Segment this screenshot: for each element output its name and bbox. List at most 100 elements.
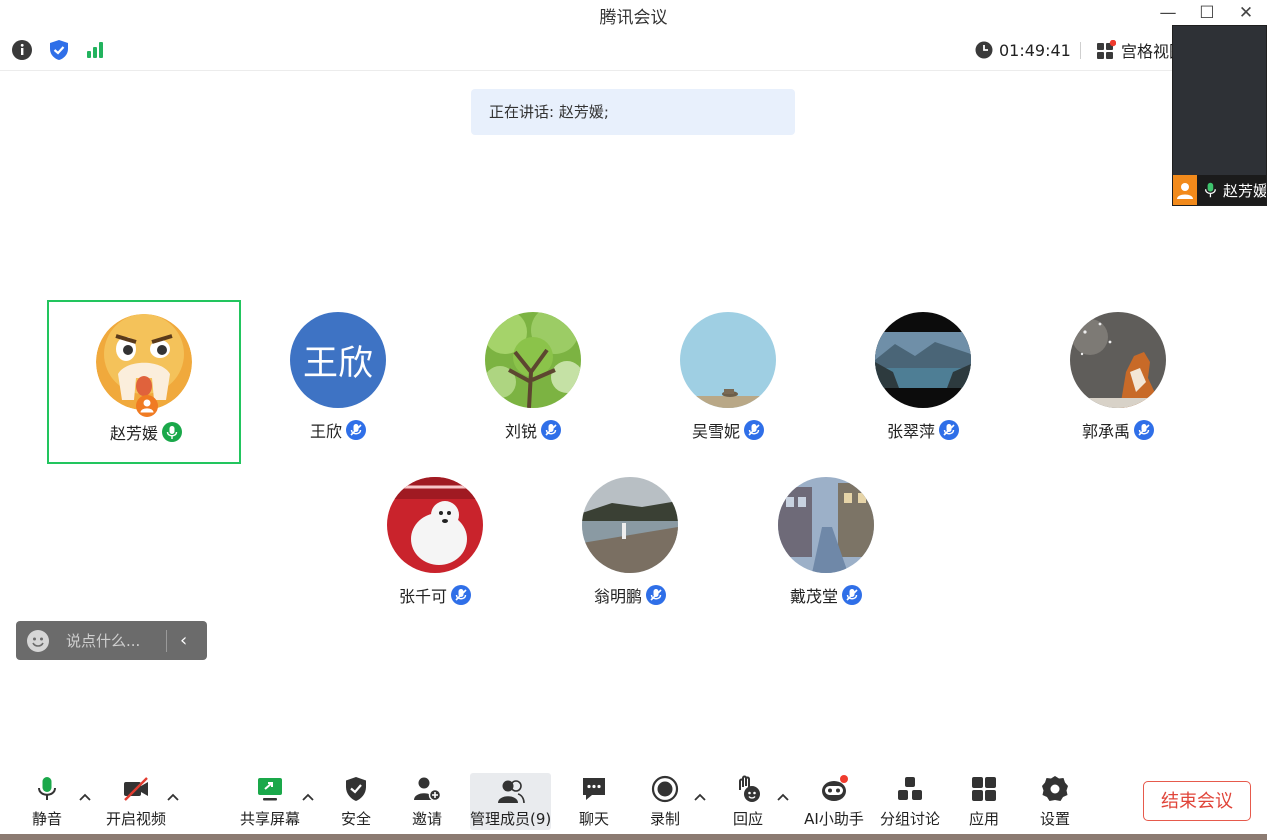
participant-name: 郭承禹 bbox=[1081, 422, 1130, 441]
mute-label: 静音 bbox=[31, 810, 62, 828]
participant-name-row: 张千可 bbox=[338, 583, 532, 607]
shield-icon bbox=[346, 777, 366, 801]
meeting-info-bar: 01:49:41 宫格视图 bbox=[0, 30, 1267, 71]
participant-name-row: 赵芳媛 bbox=[49, 420, 243, 444]
mic-muted-icon bbox=[451, 585, 471, 605]
host-badge-icon bbox=[136, 395, 158, 417]
mic-muted-icon bbox=[646, 585, 666, 605]
participant-name-row: 吴雪妮 bbox=[631, 418, 825, 442]
info-icon[interactable] bbox=[11, 39, 33, 61]
participant-tile[interactable]: 张翠萍 bbox=[826, 300, 1020, 464]
participant-avatar bbox=[1070, 312, 1166, 408]
participant-avatar: 王欣 bbox=[290, 312, 386, 408]
mic-on-icon bbox=[162, 422, 182, 442]
maximize-button[interactable]: ☐ bbox=[1194, 2, 1220, 24]
gear-icon bbox=[1042, 776, 1068, 801]
participant-name: 吴雪妮 bbox=[691, 422, 740, 441]
participant-name: 赵芳媛 bbox=[109, 424, 158, 443]
mic-icon bbox=[1205, 182, 1217, 198]
meeting-timer: 01:49:41 bbox=[975, 38, 1071, 62]
self-video-preview[interactable]: 赵芳媛 bbox=[1172, 25, 1267, 206]
divider bbox=[1080, 42, 1081, 59]
chat-input[interactable]: 说点什么... bbox=[66, 630, 150, 651]
participant-avatar bbox=[680, 312, 776, 408]
participant-name: 张翠萍 bbox=[886, 422, 935, 441]
video-label: 开启视频 bbox=[105, 810, 166, 828]
participant-tile[interactable]: 戴茂堂 bbox=[729, 465, 923, 629]
active-speaker-banner: 正在讲话: 赵芳媛; bbox=[471, 89, 795, 135]
timer-value: 01:49:41 bbox=[999, 40, 1071, 60]
apps-grid-icon bbox=[972, 777, 996, 801]
ai-assistant-button[interactable]: AI小助手 bbox=[801, 770, 867, 828]
participant-name-row: 翁明鹏 bbox=[533, 583, 727, 607]
participant-avatar bbox=[582, 477, 678, 573]
chevron-up-icon[interactable] bbox=[166, 792, 180, 802]
grid-view-icon bbox=[1096, 39, 1117, 60]
participant-name: 戴茂堂 bbox=[789, 587, 838, 606]
settings-button[interactable]: 设置 bbox=[1033, 770, 1077, 828]
participant-tile[interactable]: 张千可 bbox=[338, 465, 532, 629]
chevron-up-icon[interactable] bbox=[693, 792, 707, 802]
security-button[interactable]: 安全 bbox=[334, 770, 378, 828]
chevron-up-icon[interactable] bbox=[301, 792, 315, 802]
add-user-icon bbox=[414, 777, 442, 802]
participant-name-row: 张翠萍 bbox=[826, 418, 1020, 442]
participant-tile[interactable]: 刘锐 bbox=[436, 300, 630, 464]
collapse-chevron-icon[interactable]: ‹ bbox=[180, 630, 187, 651]
members-icon bbox=[497, 780, 525, 804]
share-screen-button[interactable]: 共享屏幕 bbox=[238, 770, 302, 828]
breakout-icon bbox=[898, 777, 922, 800]
record-label: 录制 bbox=[649, 810, 680, 828]
participant-tile[interactable]: 翁明鹏 bbox=[533, 465, 727, 629]
participant-avatar bbox=[778, 477, 874, 573]
window-bottom-edge bbox=[0, 834, 1267, 840]
mic-muted-icon bbox=[939, 420, 959, 440]
participant-tile[interactable]: 郭承禹 bbox=[1021, 300, 1215, 464]
security-shield-icon[interactable] bbox=[48, 39, 70, 61]
signal-strength-icon[interactable] bbox=[85, 39, 107, 61]
mic-muted-icon bbox=[346, 420, 366, 440]
participant-name: 张千可 bbox=[398, 587, 447, 606]
minimize-button[interactable]: — bbox=[1155, 2, 1181, 24]
record-icon bbox=[651, 775, 679, 803]
participant-avatar bbox=[875, 312, 971, 408]
mic-muted-icon bbox=[541, 420, 561, 440]
settings-label: 设置 bbox=[1039, 810, 1070, 828]
participant-tile[interactable]: 王欣 王欣 bbox=[241, 300, 435, 464]
members-label: 管理成员(9) bbox=[470, 810, 552, 828]
participant-avatar bbox=[387, 477, 483, 573]
user-avatar-icon bbox=[1173, 175, 1198, 205]
chat-button[interactable]: 聊天 bbox=[572, 770, 616, 828]
microphone-icon bbox=[38, 777, 56, 800]
participant-name-row: 戴茂堂 bbox=[729, 583, 923, 607]
apps-button[interactable]: 应用 bbox=[962, 770, 1006, 828]
divider bbox=[166, 629, 167, 652]
video-off-icon bbox=[124, 777, 148, 801]
window-title: 腾讯会议 bbox=[599, 8, 668, 28]
invite-button[interactable]: 邀请 bbox=[405, 770, 449, 828]
start-video-button[interactable]: 开启视频 bbox=[103, 770, 169, 828]
participant-name: 翁明鹏 bbox=[593, 587, 642, 606]
react-button[interactable]: 回应 bbox=[726, 770, 770, 828]
react-label: 回应 bbox=[732, 810, 763, 828]
chevron-up-icon[interactable] bbox=[776, 792, 790, 802]
participant-name: 王欣 bbox=[309, 422, 342, 441]
quick-chat-bar[interactable]: 说点什么... ‹ bbox=[16, 621, 207, 660]
participant-tile[interactable]: 赵芳媛 bbox=[47, 300, 241, 464]
participant-tile[interactable]: 吴雪妮 bbox=[631, 300, 825, 464]
self-video-bar: 赵芳媛 bbox=[1173, 175, 1266, 205]
close-button[interactable]: ✕ bbox=[1233, 2, 1259, 24]
chevron-up-icon[interactable] bbox=[78, 792, 92, 802]
end-meeting-button[interactable]: 结束会议 bbox=[1143, 781, 1251, 821]
invite-label: 邀请 bbox=[411, 810, 442, 828]
mic-muted-icon bbox=[842, 585, 862, 605]
mute-button[interactable]: 静音 bbox=[22, 770, 72, 828]
manage-members-button[interactable]: 管理成员(9) bbox=[470, 773, 551, 830]
clock-icon bbox=[975, 41, 993, 59]
share-screen-icon bbox=[258, 778, 282, 801]
chat-bubble-icon bbox=[583, 778, 605, 800]
breakout-rooms-button[interactable]: 分组讨论 bbox=[878, 770, 942, 828]
mic-muted-icon bbox=[744, 420, 764, 440]
record-button[interactable]: 录制 bbox=[643, 770, 687, 828]
emoji-icon[interactable] bbox=[26, 629, 50, 653]
